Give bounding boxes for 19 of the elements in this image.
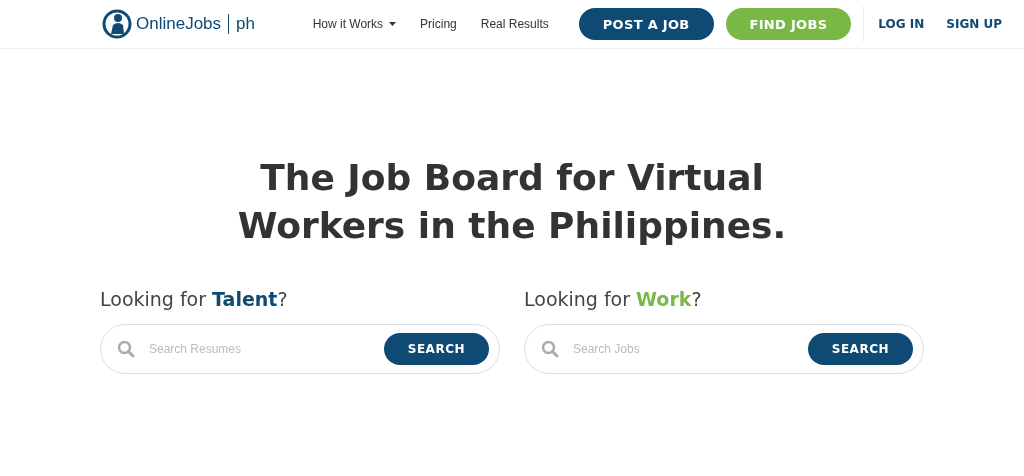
post-job-button[interactable]: POST A JOB [578, 8, 714, 40]
logo-text: OnlineJobs [136, 14, 222, 34]
nav-link[interactable]: How it Works [312, 17, 397, 31]
nav-link[interactable]: Real Results [480, 17, 549, 31]
caret-icon [389, 22, 397, 26]
search-button[interactable]: SEARCH [807, 333, 913, 365]
search-field[interactable]: Search Jobs SEARCH [524, 324, 924, 374]
headline: The Job Board for Virtual Workers in the Philippines. [236, 156, 788, 248]
search-icon [541, 340, 559, 358]
search-heading: Looking for Work? [524, 288, 703, 310]
search-icon [117, 340, 135, 358]
logo-text: ph [236, 14, 255, 34]
search-heading: Looking for Talent? [100, 288, 289, 310]
logo-icon [102, 9, 132, 39]
signup-link[interactable]: SIGN UP [946, 17, 1002, 31]
search-field[interactable]: Search Resumes SEARCH [100, 324, 500, 374]
nav-link[interactable]: Pricing [420, 17, 457, 31]
login-link[interactable]: LOG IN [878, 17, 925, 31]
search-button[interactable]: SEARCH [383, 333, 489, 365]
